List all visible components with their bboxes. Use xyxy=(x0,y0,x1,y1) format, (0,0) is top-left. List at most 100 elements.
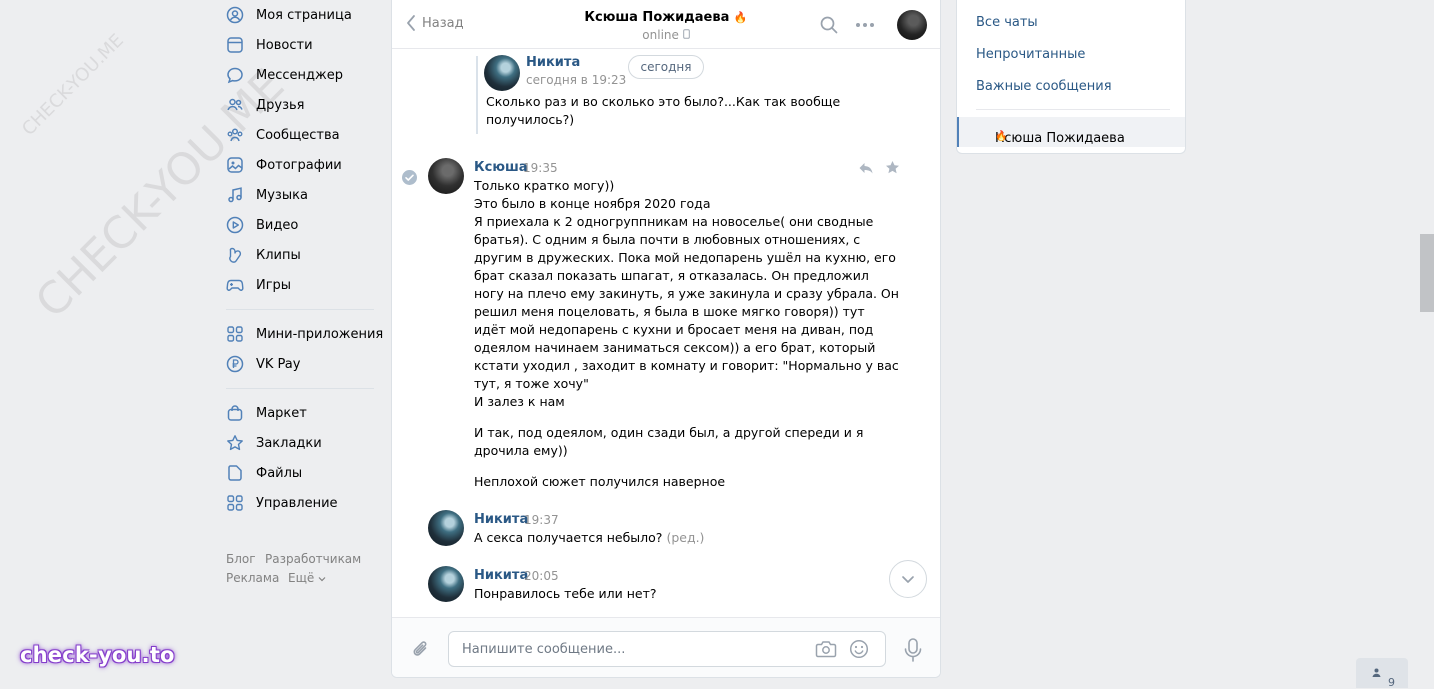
attach-icon[interactable] xyxy=(410,639,432,661)
forward-time: сегодня в 19:23 xyxy=(526,73,627,87)
message-text-line: дрочила ему)) xyxy=(474,443,568,458)
footer-more-label: Ещё xyxy=(288,571,315,585)
filter-unread[interactable]: Непрочитанные xyxy=(976,47,1085,62)
active-chat-tab[interactable]: Ксюша Пожидаева 🔥 xyxy=(957,117,1185,147)
file-icon xyxy=(228,465,242,481)
message-text-line: И так, под одеялом, один сзади был, а др… xyxy=(474,425,864,440)
manage-icon xyxy=(227,495,243,511)
nav-item-market[interactable]: Маркет xyxy=(226,398,376,428)
chat-filter-panel: Все чаты Непрочитанные Важные сообщения … xyxy=(956,0,1186,154)
nav-item-vk-pay[interactable]: VK Pay xyxy=(226,349,376,379)
message-input[interactable]: Напишите сообщение... xyxy=(448,631,886,667)
nav-item-mini-apps[interactable]: Мини-приложения xyxy=(226,319,383,349)
brand-watermark: check-you.to xyxy=(20,643,175,667)
nav-item-messenger[interactable]: Мессенджер xyxy=(226,60,376,90)
page-scrollbar[interactable] xyxy=(1420,234,1434,312)
star-icon[interactable] xyxy=(885,160,900,175)
music-icon xyxy=(228,187,242,203)
clips-icon xyxy=(229,247,242,263)
footer-link-more[interactable]: Ещё xyxy=(288,571,326,585)
avatar[interactable] xyxy=(428,510,464,546)
reply-icon[interactable] xyxy=(858,161,874,175)
nav-label: Закладки xyxy=(256,435,322,451)
forward-bar xyxy=(476,56,478,134)
footer-link-blog[interactable]: Блог xyxy=(226,552,256,566)
camera-icon[interactable] xyxy=(815,640,837,658)
message-text-line: Это было в конце ноября 2020 года xyxy=(474,196,711,211)
peer-status: online xyxy=(392,28,940,42)
composer: Напишите сообщение... xyxy=(392,617,940,677)
news-icon xyxy=(227,37,243,53)
forward-text-line: Сколько раз и во сколько это было?...Как… xyxy=(486,94,841,109)
friends-icon xyxy=(227,98,243,111)
nav-label: Сообщества xyxy=(256,127,340,143)
message-text-line: Я приехала к 2 одногруппникам на новосел… xyxy=(474,214,874,229)
forward-author[interactable]: Никита xyxy=(526,55,580,70)
message-text-line: ногу на плечо ему закинуть, я уже закину… xyxy=(474,286,899,301)
message-text-line: тут, я тоже хочу" xyxy=(474,376,589,391)
message-text-line: братья). С одним я была почти в любовных… xyxy=(474,232,861,247)
nav-item-games[interactable]: Игры xyxy=(226,270,376,300)
active-chat-badge-icon: 🔥 xyxy=(995,131,1008,142)
chat-panel: Назад Ксюша Пожидаева 🔥 online Никита се… xyxy=(391,0,941,678)
nav-label: Файлы xyxy=(256,465,303,481)
watermark-small: CHECK-YOU.ME xyxy=(18,30,128,140)
footer-link-ads[interactable]: Реклама xyxy=(226,571,279,585)
nav-item-communities[interactable]: Сообщества xyxy=(226,120,376,150)
message-time: 20:05 xyxy=(524,569,559,583)
edited-label: (ред.) xyxy=(666,530,705,545)
nav-item-music[interactable]: Музыка xyxy=(226,180,376,210)
video-icon xyxy=(226,216,244,234)
nav-label: Музыка xyxy=(256,187,308,203)
nav-item-bookmarks[interactable]: Закладки xyxy=(226,428,376,458)
filter-all-chats[interactable]: Все чаты xyxy=(976,15,1038,30)
chat-header: Назад Ксюша Пожидаева 🔥 online xyxy=(392,0,940,49)
message-author[interactable]: Никита xyxy=(474,512,528,527)
message-text-line: кстати уходил , заходит в комнату и гово… xyxy=(474,358,899,373)
emoji-icon[interactable] xyxy=(849,639,869,659)
message-author[interactable]: Никита xyxy=(474,568,528,583)
search-icon[interactable] xyxy=(820,16,838,34)
user-icon xyxy=(226,6,244,24)
message-text-line: Только кратко могу)) xyxy=(474,178,615,193)
chevron-down-icon xyxy=(318,577,326,582)
footer-link-developers[interactable]: Разработчикам xyxy=(265,552,361,566)
online-friends-button[interactable]: 9 xyxy=(1356,658,1408,689)
avatar[interactable] xyxy=(428,566,464,602)
message-text-line: другим в дружеских. Пока мой недопарень … xyxy=(474,250,896,265)
online-count-value: 9 xyxy=(1388,676,1395,689)
more-icon[interactable] xyxy=(855,22,875,28)
avatar[interactable] xyxy=(484,55,520,91)
avatar[interactable] xyxy=(428,158,464,194)
communities-icon xyxy=(227,128,243,142)
message-author[interactable]: Ксюша xyxy=(474,160,528,175)
peer-name-text: Ксюша Пожидаева xyxy=(584,10,730,25)
nav-label: Видео xyxy=(256,217,299,233)
peer-avatar[interactable] xyxy=(897,10,927,40)
nav-item-files[interactable]: Файлы xyxy=(226,458,376,488)
message-text-body: А секса получается небыло? xyxy=(474,530,663,545)
chevron-down-icon xyxy=(902,576,914,583)
photos-icon xyxy=(227,157,243,173)
message-text-line: Неплохой сюжет получился наверное xyxy=(474,474,726,489)
nav-label: Друзья xyxy=(256,97,305,113)
market-icon xyxy=(227,405,243,421)
games-icon xyxy=(226,279,244,291)
nav-item-photos[interactable]: Фотографии xyxy=(226,150,376,180)
microphone-icon[interactable] xyxy=(903,637,923,663)
nav-item-video[interactable]: Видео xyxy=(226,210,376,240)
filter-important[interactable]: Важные сообщения xyxy=(976,79,1112,94)
nav-item-my-page[interactable]: Моя страница xyxy=(226,0,376,30)
scroll-down-button[interactable] xyxy=(889,560,927,598)
filter-separator xyxy=(976,109,1170,110)
peer-badge-icon: 🔥 xyxy=(733,11,748,24)
nav-item-news[interactable]: Новости xyxy=(226,30,376,60)
nav-item-friends[interactable]: Друзья xyxy=(226,90,376,120)
message-selected-check[interactable] xyxy=(402,170,417,185)
nav-label: Маркет xyxy=(256,405,307,421)
nav-item-clips[interactable]: Клипы xyxy=(226,240,376,270)
nav-label: Управление xyxy=(256,495,338,511)
message-text-line: брат сказал показать шпагат, я отказалас… xyxy=(474,268,869,283)
nav-item-manage[interactable]: Управление xyxy=(226,488,376,518)
nav-label: VK Pay xyxy=(256,356,301,372)
